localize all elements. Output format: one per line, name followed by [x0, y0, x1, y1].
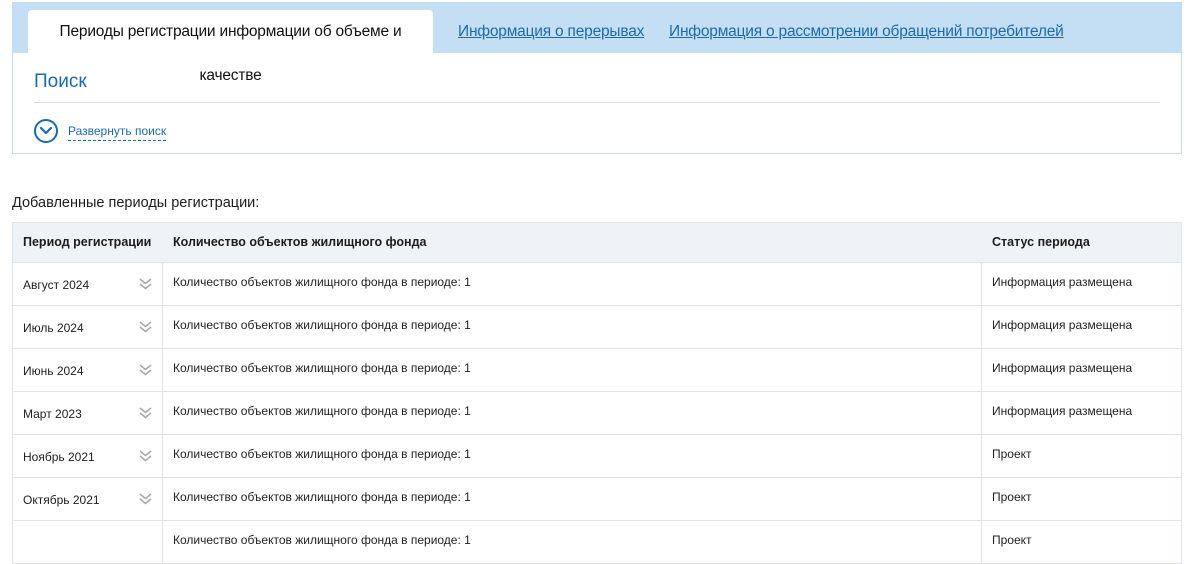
- period-cell: Июль 2024: [13, 306, 163, 348]
- table-row[interactable]: Ноябрь 2021 Количество объектов жилищного…: [13, 435, 1181, 478]
- tab-registration-periods[interactable]: Периоды регистрации информации об объеме…: [28, 10, 433, 84]
- double-chevron-down-icon[interactable]: [139, 277, 152, 293]
- table-row[interactable]: Количество объектов жилищного фонда в пе…: [13, 521, 1181, 564]
- double-chevron-down-icon[interactable]: [139, 492, 152, 508]
- count-cell: Количество объектов жилищного фонда в пе…: [163, 521, 982, 563]
- period-label: Август 2024: [23, 278, 90, 292]
- table-row[interactable]: Июль 2024 Количество объектов жилищного ф…: [13, 306, 1181, 349]
- period-label: Ноябрь 2021: [23, 450, 95, 464]
- double-chevron-down-icon[interactable]: [139, 406, 152, 422]
- status-cell: Информация размещена: [982, 349, 1181, 391]
- status-label: Информация размещена: [992, 318, 1133, 332]
- status-cell: Проект: [982, 435, 1181, 477]
- count-cell: Количество объектов жилищного фонда в пе…: [163, 263, 982, 305]
- count-cell: Количество объектов жилищного фонда в пе…: [163, 478, 982, 520]
- period-label: Июнь 2024: [23, 364, 84, 378]
- search-panel: Периоды регистрации информации об объеме…: [12, 2, 1182, 154]
- count-label: Количество объектов жилищного фонда в пе…: [173, 490, 471, 504]
- status-label: Информация размещена: [992, 275, 1133, 289]
- double-chevron-down-icon[interactable]: [139, 449, 152, 465]
- search-title: Поиск: [34, 71, 87, 92]
- period-label: Июль 2024: [23, 321, 84, 335]
- period-label: Октябрь 2021: [23, 493, 100, 507]
- status-label: Проект: [992, 447, 1032, 461]
- periods-table: Период регистрации Количество объектов ж…: [12, 222, 1182, 564]
- status-label: Проект: [992, 533, 1032, 547]
- table-row[interactable]: Октябрь 2021 Количество объектов жилищног…: [13, 478, 1181, 521]
- header-period: Период регистрации: [23, 235, 152, 249]
- double-chevron-down-icon[interactable]: [139, 363, 152, 379]
- status-cell: Информация размещена: [982, 263, 1181, 305]
- status-cell: Информация размещена: [982, 392, 1181, 434]
- count-cell: Количество объектов жилищного фонда в пе…: [163, 435, 982, 477]
- table-body: Август 2024 Количество объектов жилищного…: [13, 263, 1181, 564]
- tab-consumer-appeals[interactable]: Информация о рассмотрении обращений потр…: [669, 10, 1064, 53]
- table-row[interactable]: Март 2023 Количество объектов жилищного ф…: [13, 392, 1181, 435]
- count-label: Количество объектов жилищного фонда в пе…: [173, 361, 471, 375]
- tab-breaks[interactable]: Информация о перерывах: [458, 10, 644, 53]
- period-cell: Август 2024: [13, 263, 163, 305]
- status-label: Информация размещена: [992, 404, 1133, 418]
- divider: [34, 102, 1160, 103]
- count-cell: Количество объектов жилищного фонда в пе…: [163, 306, 982, 348]
- period-cell: Июнь 2024: [13, 349, 163, 391]
- period-cell: Ноябрь 2021: [13, 435, 163, 477]
- period-cell: Октябрь 2021: [13, 478, 163, 520]
- period-cell: [13, 521, 163, 563]
- status-label: Проект: [992, 490, 1032, 504]
- count-label: Количество объектов жилищного фонда в пе…: [173, 533, 471, 547]
- expand-search-link[interactable]: Развернуть поиск: [68, 124, 167, 141]
- periods-caption: Добавленные периоды регистрации:: [12, 195, 260, 211]
- tab-bar: Периоды регистрации информации об объеме…: [13, 3, 1181, 84]
- period-label: Март 2023: [23, 407, 82, 421]
- count-label: Количество объектов жилищного фонда в пе…: [173, 318, 471, 332]
- header-status: Статус периода: [992, 235, 1090, 249]
- status-cell: Проект: [982, 521, 1181, 563]
- table-header: Период регистрации Количество объектов ж…: [13, 223, 1181, 263]
- chevron-down-circle-icon[interactable]: [34, 119, 58, 143]
- count-cell: Количество объектов жилищного фонда в пе…: [163, 349, 982, 391]
- status-label: Информация размещена: [992, 361, 1133, 375]
- count-cell: Количество объектов жилищного фонда в пе…: [163, 392, 982, 434]
- table-row[interactable]: Август 2024 Количество объектов жилищного…: [13, 263, 1181, 306]
- period-cell: Март 2023: [13, 392, 163, 434]
- count-label: Количество объектов жилищного фонда в пе…: [173, 275, 471, 289]
- count-label: Количество объектов жилищного фонда в пе…: [173, 447, 471, 461]
- double-chevron-down-icon[interactable]: [139, 320, 152, 336]
- status-cell: Информация размещена: [982, 306, 1181, 348]
- status-cell: Проект: [982, 478, 1181, 520]
- table-row[interactable]: Июнь 2024 Количество объектов жилищного ф…: [13, 349, 1181, 392]
- count-label: Количество объектов жилищного фонда в пе…: [173, 404, 471, 418]
- header-count: Количество объектов жилищного фонда: [173, 235, 427, 249]
